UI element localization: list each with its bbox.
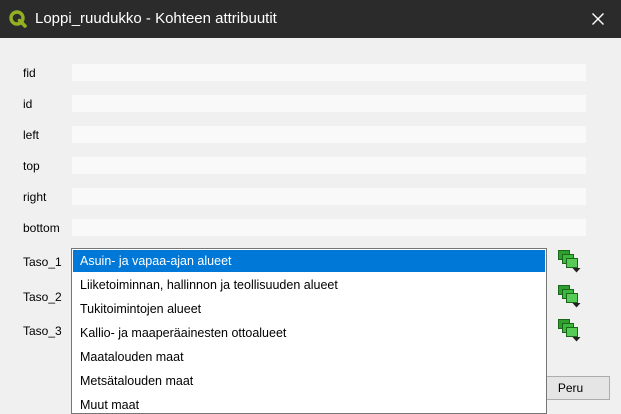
field-label-top: top bbox=[23, 159, 40, 173]
layer-stack-dropdown-icon bbox=[558, 319, 581, 342]
fid-field[interactable] bbox=[72, 64, 586, 81]
layer-stack-dropdown-icon bbox=[558, 285, 581, 308]
right-field[interactable] bbox=[72, 188, 586, 205]
field-label-taso-2: Taso_2 bbox=[23, 290, 62, 304]
close-button[interactable] bbox=[575, 0, 621, 38]
field-label-id: id bbox=[23, 97, 33, 111]
taso-1-dropdown-list[interactable]: Asuin- ja vapaa-ajan alueet Liiketoiminn… bbox=[71, 248, 547, 414]
field-label-left: left bbox=[23, 128, 40, 142]
layer-stack-dropdown-icon bbox=[558, 250, 581, 273]
top-field[interactable] bbox=[72, 157, 586, 174]
taso-1-layer-button[interactable] bbox=[557, 249, 581, 273]
close-icon bbox=[592, 13, 604, 25]
left-field[interactable] bbox=[72, 126, 586, 143]
dropdown-option[interactable]: Kallio- ja maaperäainesten ottoalueet bbox=[73, 322, 545, 344]
dropdown-option[interactable]: Tukitoimintojen alueet bbox=[73, 298, 545, 320]
field-label-fid: fid bbox=[23, 66, 36, 80]
dropdown-option[interactable]: Asuin- ja vapaa-ajan alueet bbox=[73, 250, 545, 272]
field-row-bottom: bottom bbox=[0, 219, 621, 237]
field-row-top: top bbox=[0, 157, 621, 175]
dropdown-option[interactable]: Liiketoiminnan, hallinnon ja teollisuude… bbox=[73, 274, 545, 296]
field-label-bottom: bottom bbox=[23, 221, 60, 235]
field-label-taso-1: Taso_1 bbox=[23, 255, 62, 269]
window-title: Loppi_ruudukko - Kohteen attribuutit bbox=[35, 10, 277, 27]
id-field[interactable] bbox=[72, 95, 586, 112]
dropdown-option[interactable]: Maatalouden maat bbox=[73, 346, 545, 368]
field-row-fid: fid bbox=[0, 64, 621, 82]
dropdown-option[interactable]: Muut maat bbox=[73, 394, 545, 413]
field-label-taso-3: Taso_3 bbox=[23, 324, 62, 338]
field-row-right: right bbox=[0, 188, 621, 206]
title-bar: Loppi_ruudukko - Kohteen attribuutit bbox=[0, 0, 621, 38]
dropdown-option[interactable]: Metsätalouden maat bbox=[73, 370, 545, 392]
field-row-id: id bbox=[0, 95, 621, 113]
taso-2-layer-button[interactable] bbox=[557, 284, 581, 308]
field-row-left: left bbox=[0, 126, 621, 144]
bottom-field[interactable] bbox=[72, 219, 586, 236]
taso-3-layer-button[interactable] bbox=[557, 318, 581, 342]
qgis-logo-icon bbox=[9, 10, 27, 28]
field-label-right: right bbox=[23, 190, 47, 204]
